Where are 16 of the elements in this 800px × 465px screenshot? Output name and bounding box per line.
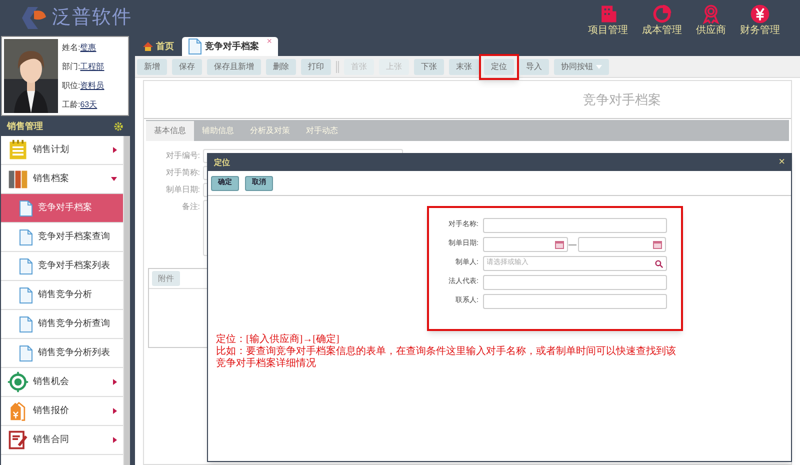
profile-label: 姓名: [62,42,80,54]
annotation-text: 竞争对手档案详细情况 [216,358,317,370]
logo-text: 泛普软件 [52,6,132,30]
annotation-text: 定位：[输入供应商]→[确定] [216,334,340,346]
field-label: 备注: [180,201,200,213]
annotation-text: 比如：要查询竞争对手档案信息的表单，在查询条件这里输入对手名称，或者制单时间可以快速查找到该 [216,346,677,358]
dialog-title: 定位 [214,156,230,168]
profile-label: 工龄: [62,98,80,110]
form-title: 竞争对手档案 [583,90,661,109]
field-label: 制单日期: [164,184,200,196]
profile-label: 职位: [62,80,80,92]
range-separator: — [568,238,576,250]
sidebar-title: 销售管理 [7,120,43,133]
field-label: 对手简称: [164,167,200,179]
field-label: 对手编号: [164,150,200,162]
profile-label: 部门: [62,60,80,72]
